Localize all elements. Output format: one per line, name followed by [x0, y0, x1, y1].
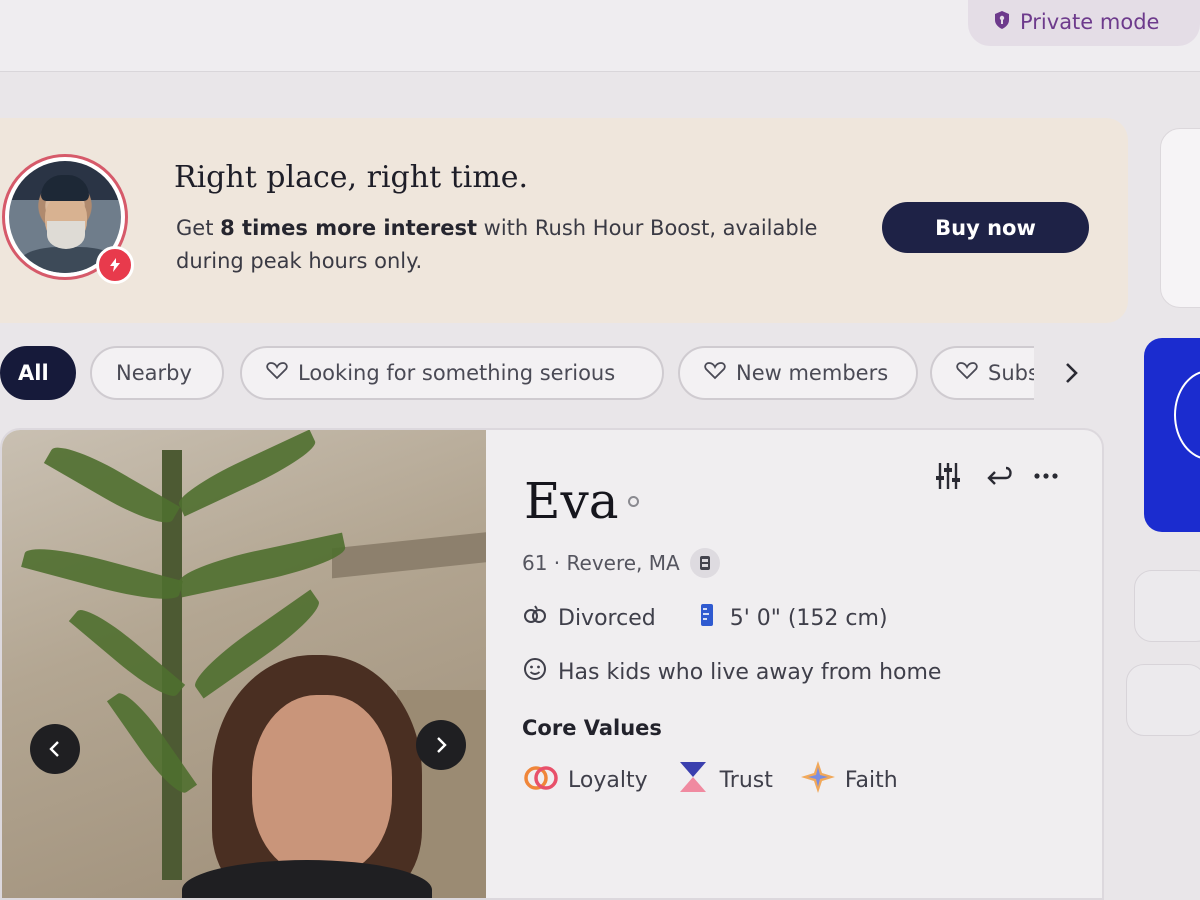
- filter-chips: All Nearby Looking for something serious…: [0, 346, 1100, 402]
- hourglass-icon: [674, 760, 712, 800]
- core-value-faith: Faith: [799, 760, 898, 800]
- filter-chip-new-members[interactable]: New members: [678, 346, 918, 400]
- side-card: [1160, 128, 1200, 308]
- chevron-right-icon[interactable]: [1058, 360, 1084, 386]
- smiley-icon: [522, 656, 548, 688]
- top-bar: Private mode: [0, 0, 1200, 72]
- detail-row-kids: Has kids who live away from home: [522, 656, 941, 688]
- heart-outline-icon: [956, 361, 978, 385]
- core-values-title: Core Values: [522, 716, 662, 740]
- banner-title: Right place, right time.: [174, 160, 529, 195]
- core-value-trust: Trust: [674, 760, 773, 800]
- core-value-loyalty: Loyalty: [522, 760, 648, 800]
- filter-chip-nearby[interactable]: Nearby: [90, 346, 224, 400]
- profile-photo[interactable]: [2, 430, 486, 898]
- next-photo-button[interactable]: [416, 720, 466, 770]
- shield-icon: [992, 10, 1012, 35]
- profile-name: Eva: [524, 472, 619, 530]
- height: 5' 0" (152 cm): [729, 605, 888, 631]
- profile-actions: [934, 460, 1062, 496]
- profile-info: Eva 61 · Revere, MA Divorced 5' 0" (152 …: [522, 430, 1102, 898]
- more-options-icon[interactable]: [1030, 460, 1062, 496]
- side-card: [1134, 570, 1200, 642]
- private-mode-toggle[interactable]: Private mode: [968, 0, 1200, 46]
- id-verified-icon: [689, 548, 720, 578]
- relationship-icon: [522, 602, 548, 634]
- profile-card: Eva 61 · Revere, MA Divorced 5' 0" (152 …: [0, 428, 1104, 900]
- marital-status: Divorced: [558, 605, 656, 631]
- side-card: [1126, 664, 1200, 736]
- age-location: 61 · Revere, MA: [522, 548, 720, 578]
- lightning-icon: [96, 246, 134, 284]
- side-promo-card[interactable]: [1144, 338, 1200, 532]
- heart-outline-icon: [704, 361, 726, 385]
- undo-icon[interactable]: [982, 460, 1014, 496]
- kids-status: Has kids who live away from home: [558, 659, 942, 685]
- banner-text: Get 8 times more interest with Rush Hour…: [176, 216, 818, 273]
- filter-chip-subs[interactable]: Subs: [930, 346, 1034, 400]
- core-values-list: Loyalty Trust Faith: [522, 760, 898, 800]
- rings-icon: [522, 760, 560, 800]
- filter-chip-all[interactable]: All: [0, 346, 76, 400]
- filter-sliders-icon[interactable]: [934, 460, 966, 496]
- previous-photo-button[interactable]: [30, 724, 80, 774]
- star-cross-icon: [799, 760, 837, 800]
- status-dot: [628, 496, 639, 507]
- private-mode-label: Private mode: [1020, 10, 1160, 34]
- heart-outline-icon: [266, 361, 288, 385]
- buy-now-button[interactable]: Buy now: [882, 202, 1089, 253]
- boost-banner: Right place, right time. Get 8 times mor…: [0, 118, 1128, 323]
- detail-row-status: Divorced 5' 0" (152 cm): [522, 602, 888, 634]
- ruler-icon: [694, 602, 720, 634]
- filter-chip-serious[interactable]: Looking for something serious: [240, 346, 664, 400]
